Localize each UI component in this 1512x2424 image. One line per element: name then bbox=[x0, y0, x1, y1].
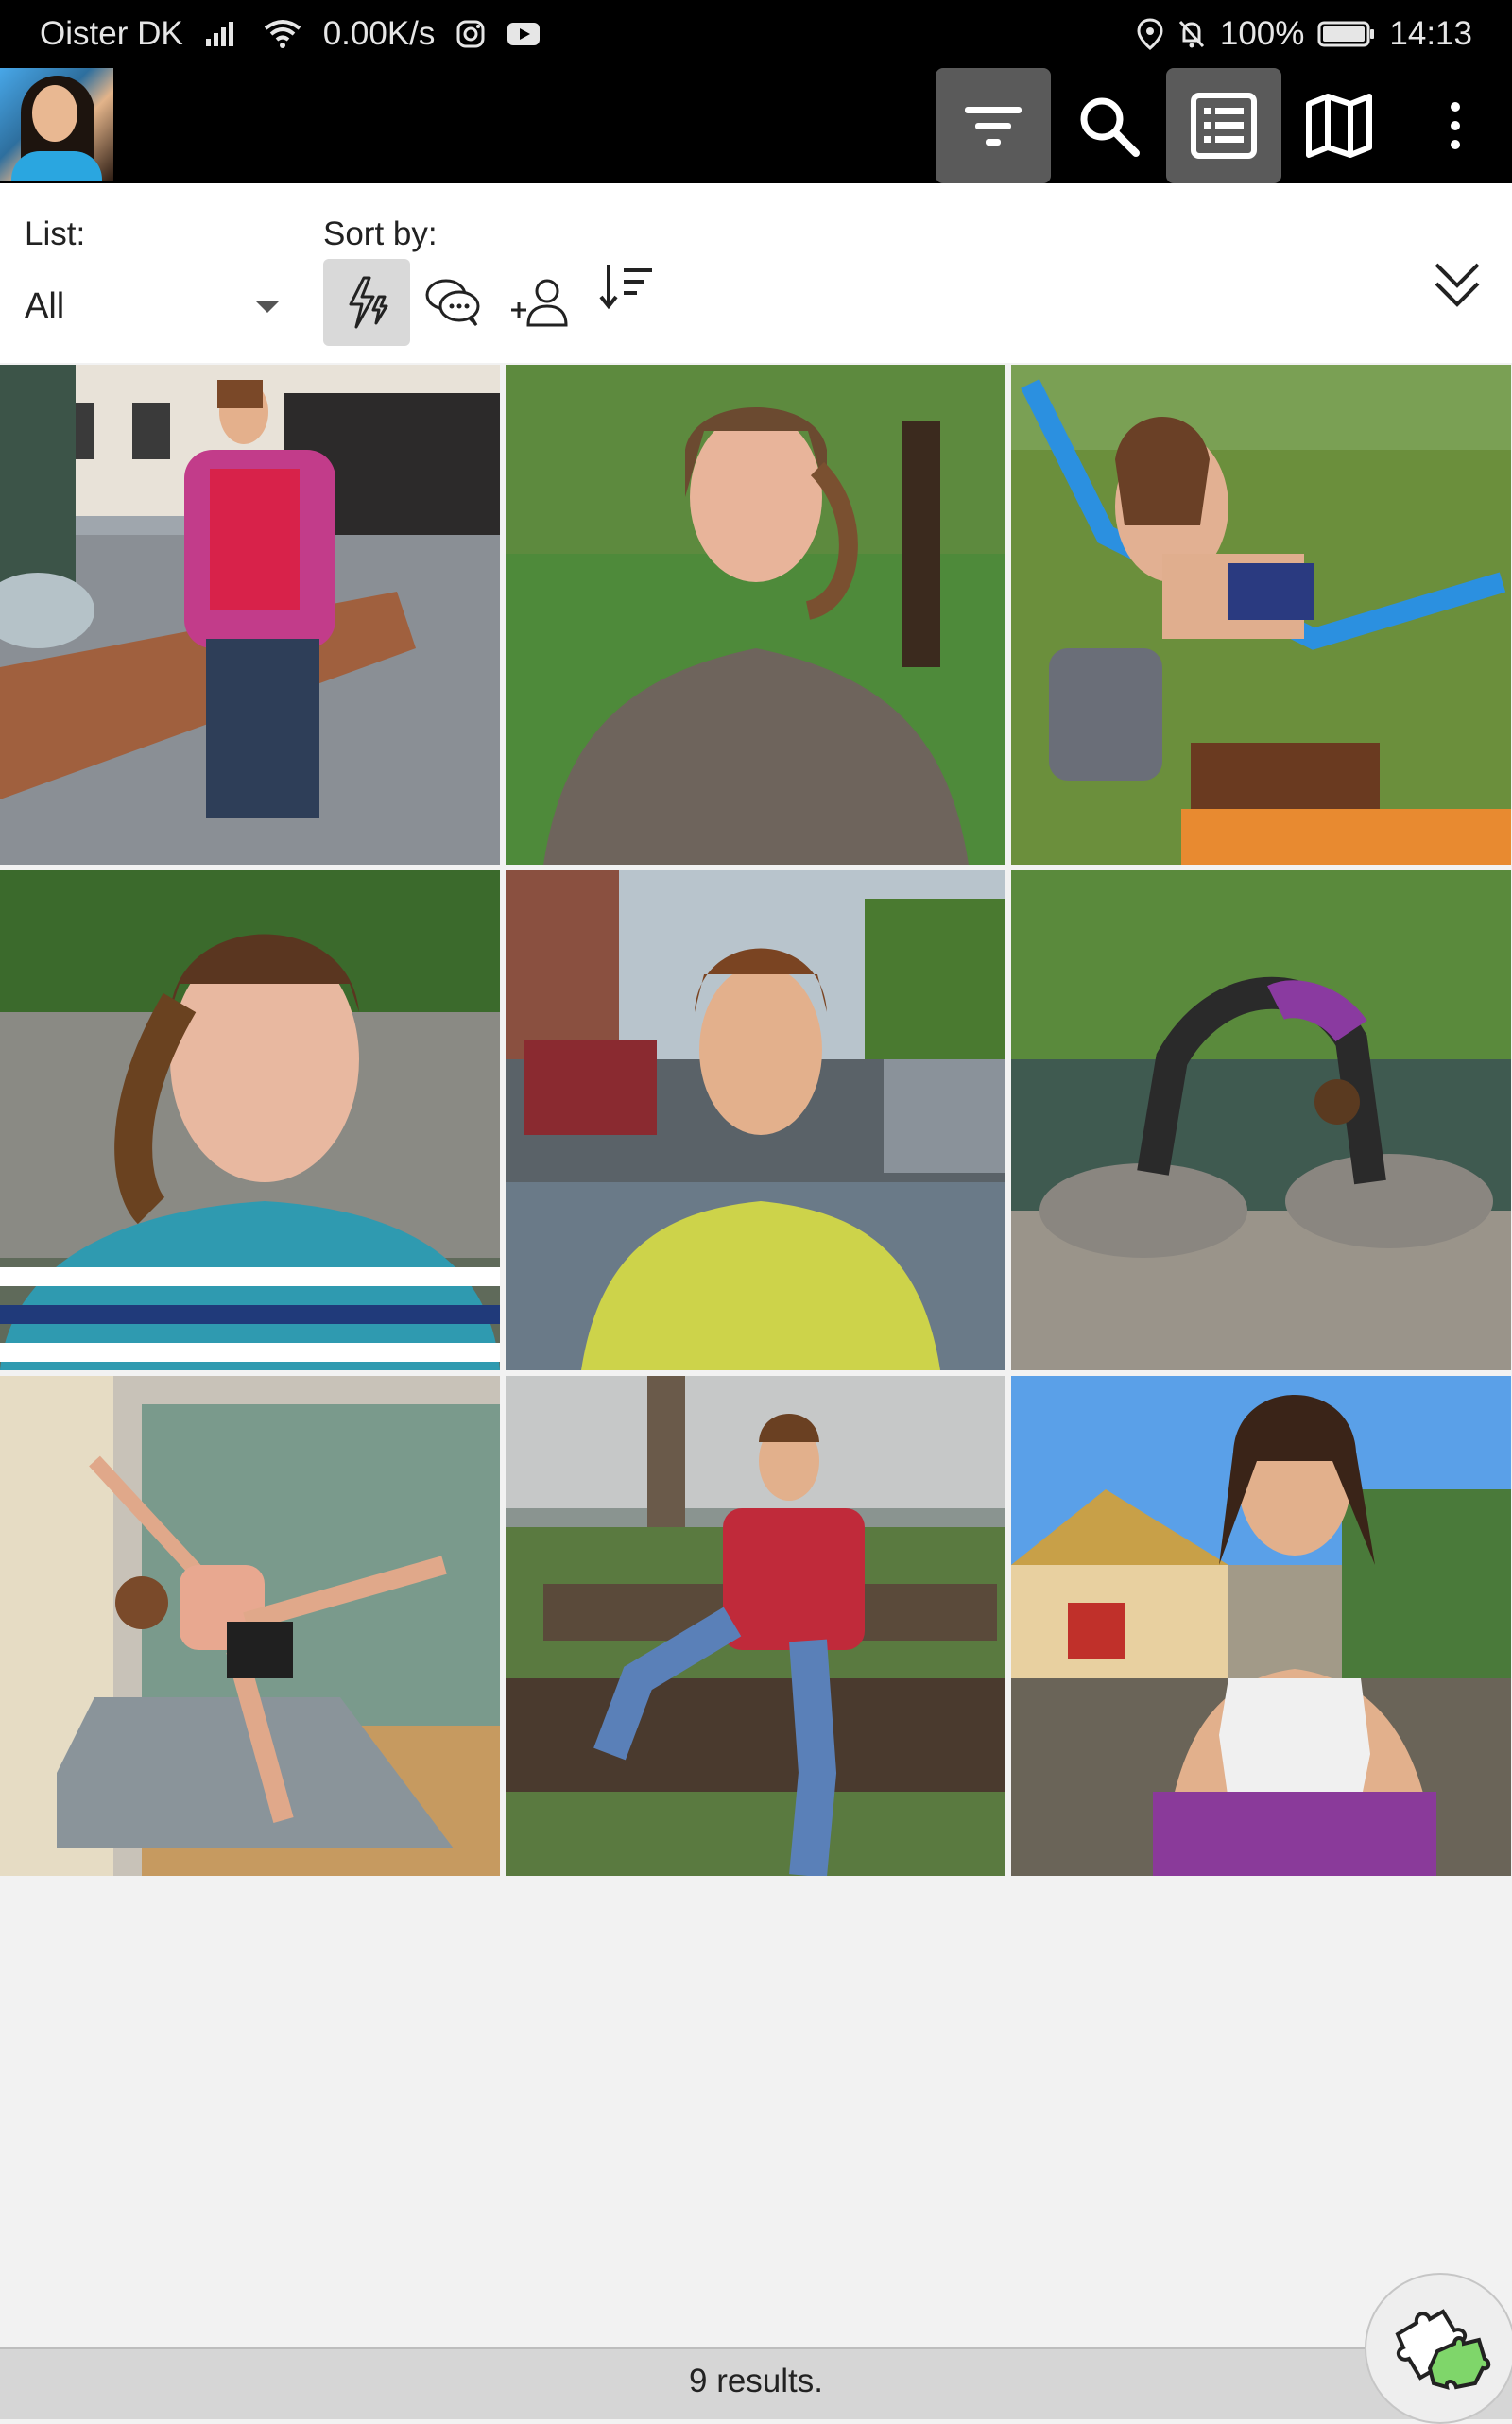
photo-beach-tank-top bbox=[1011, 1376, 1511, 1876]
youtube-icon bbox=[507, 23, 541, 45]
list-view-button[interactable] bbox=[1166, 68, 1281, 183]
status-bar: Oister DK 0.00K/s 100% 14:13 bbox=[0, 0, 1512, 68]
photo-tile[interactable] bbox=[0, 1376, 500, 1876]
sort-by-new-members-button[interactable] bbox=[497, 259, 584, 346]
signal-icon bbox=[205, 22, 233, 46]
photo-bench-plaid-shirt bbox=[506, 1376, 1005, 1876]
sort-order-icon bbox=[599, 265, 652, 310]
results-bar: 9 results. bbox=[0, 2347, 1512, 2419]
list-label: List: bbox=[25, 215, 86, 252]
sort-by-activity-button[interactable] bbox=[323, 259, 410, 346]
filter-icon bbox=[965, 107, 1022, 146]
carrier-name: Oister DK bbox=[40, 15, 183, 52]
location-icon bbox=[1137, 18, 1163, 50]
photo-tile[interactable] bbox=[0, 870, 500, 1370]
filter-panel: List: All Sort by: bbox=[0, 183, 1512, 363]
photo-selfie-yellow-shirt bbox=[506, 870, 1005, 1370]
double-chevron-down-icon bbox=[1435, 263, 1480, 307]
mute-bell-icon bbox=[1178, 20, 1204, 48]
photo-tile[interactable] bbox=[1011, 1376, 1511, 1876]
more-vert-icon bbox=[1451, 102, 1460, 149]
photo-tile[interactable] bbox=[506, 1376, 1005, 1876]
dropdown-arrow-icon bbox=[255, 300, 280, 313]
wifi-icon bbox=[264, 20, 301, 48]
list-view-icon bbox=[1191, 93, 1257, 159]
net-speed: 0.00K/s bbox=[322, 15, 436, 52]
list-dropdown-value: All bbox=[25, 285, 65, 326]
app-bar bbox=[0, 68, 1512, 183]
photo-yoga-bridge-rocks bbox=[1011, 870, 1511, 1370]
more-options-button[interactable] bbox=[1399, 68, 1512, 183]
search-button[interactable] bbox=[1051, 68, 1166, 183]
photo-grid bbox=[0, 365, 1512, 1877]
chat-icon bbox=[425, 279, 480, 327]
sort-label: Sort by: bbox=[323, 215, 438, 252]
photo-fountain-pink-jacket bbox=[0, 365, 500, 865]
photo-chess-lounger bbox=[1011, 365, 1511, 865]
photo-tile[interactable] bbox=[506, 365, 1005, 865]
photo-tile[interactable] bbox=[0, 365, 500, 865]
list-dropdown[interactable]: All bbox=[25, 278, 289, 335]
map-button[interactable] bbox=[1281, 68, 1397, 183]
filter-button[interactable] bbox=[936, 68, 1051, 183]
search-icon bbox=[1080, 97, 1140, 157]
battery-percent: 100% bbox=[1219, 15, 1305, 52]
photo-selfie-park-brown-tee bbox=[506, 365, 1005, 865]
results-count: 9 results. bbox=[689, 2363, 823, 2399]
sort-by-messages-button[interactable] bbox=[410, 259, 497, 346]
avatar[interactable] bbox=[0, 68, 113, 181]
photo-selfie-striped-shirt bbox=[0, 870, 500, 1370]
photo-tile[interactable] bbox=[1011, 365, 1511, 865]
photo-gym-side-kick bbox=[0, 1376, 500, 1876]
photo-tile[interactable] bbox=[506, 870, 1005, 1370]
instagram-icon bbox=[456, 20, 485, 48]
activity-icon bbox=[349, 276, 388, 329]
expand-filters-button[interactable] bbox=[1414, 242, 1501, 329]
map-icon bbox=[1306, 94, 1372, 158]
photo-tile[interactable] bbox=[1011, 870, 1511, 1370]
sort-order-button[interactable] bbox=[584, 242, 671, 329]
puzzle-icon bbox=[1395, 2309, 1491, 2390]
person-add-icon bbox=[511, 279, 568, 327]
clock: 14:13 bbox=[1389, 15, 1472, 52]
puzzle-fab[interactable] bbox=[1365, 2273, 1512, 2424]
battery-icon bbox=[1317, 21, 1375, 47]
